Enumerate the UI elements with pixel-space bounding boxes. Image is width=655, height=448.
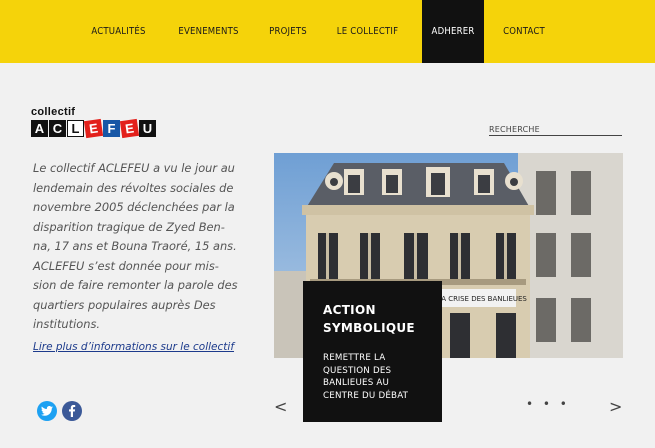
slide-text-line: QUESTION DES [323,365,392,376]
read-more-link[interactable]: Lire plus d’informations sur le collecti… [33,341,234,353]
intro-line: Le collectif ACLEFEU a vu le jour au [33,161,235,175]
logo-letter: F [103,120,120,137]
nav-adherer[interactable]: ADHERER [422,0,484,63]
slider-dots[interactable]: • • • [526,397,570,411]
slide-title: ACTION SYMBOLIQUE [323,301,433,337]
intro-line: lendemain des révoltes sociales de [33,180,234,195]
intro-line: ACLEFEU s’est donnée pour mis- [33,258,219,273]
logo-letter: E [83,118,104,139]
nav-le-collectif[interactable]: LE COLLECTIF [329,0,406,63]
slide-text-line: CENTRE DU DÉBAT [323,390,409,401]
slide-text-line: REMETTRE LA [323,353,386,363]
logo-letter: U [139,120,156,137]
aclefeu-logo[interactable]: collectif A C L E F E U [31,106,161,140]
facebook-icon[interactable] [62,401,82,421]
slide-caption[interactable]: ACTION SYMBOLIQUE REMETTRE LA QUESTION D… [303,281,442,422]
intro-paragraph: Le collectif ACLEFEU a vu le jour au len… [33,159,243,335]
logo-letter: A [31,120,48,137]
logo-letter: L [67,120,84,137]
nav-projets[interactable]: PROJETS [259,0,317,63]
search-label: RECHERCHE [489,125,540,134]
logo-tagline: collectif [31,106,76,118]
nav-contact[interactable]: CONTACT [493,0,555,63]
twitter-icon[interactable] [37,401,57,421]
search-field[interactable]: RECHERCHE [489,124,622,136]
intro-line: novembre 2005 déclenchées par la [33,200,235,214]
nav-actualites[interactable]: ACTUALITÉS [80,0,157,63]
slide-description: REMETTRE LA QUESTION DES BANLIEUES AU CE… [323,352,433,402]
intro-line: quartiers populaires auprès Des [33,297,216,312]
logo-letter: C [49,120,66,137]
intro-line: disparition tragique de Zyed Ben- [33,219,225,234]
logo-letter: E [119,118,140,139]
slide-title-line: ACTION [323,303,376,317]
intro-line: sion de faire remonter la parole des [33,278,238,292]
slide-text-line: BANLIEUES AU [323,378,390,388]
logo-letters: A C L E F E U [31,118,156,139]
slider-prev-button[interactable]: < [274,397,287,416]
slider-next-button[interactable]: > [609,397,622,416]
intro-line: institutions. [33,317,101,331]
intro-line: na, 17 ans et Bouna Traoré, 15 ans. [33,239,237,253]
nav-evenements[interactable]: EVENEMENTS [170,0,247,63]
slide-title-line: SYMBOLIQUE [323,321,415,335]
main-nav: ACTUALITÉS EVENEMENTS PROJETS LE COLLECT… [0,0,655,63]
